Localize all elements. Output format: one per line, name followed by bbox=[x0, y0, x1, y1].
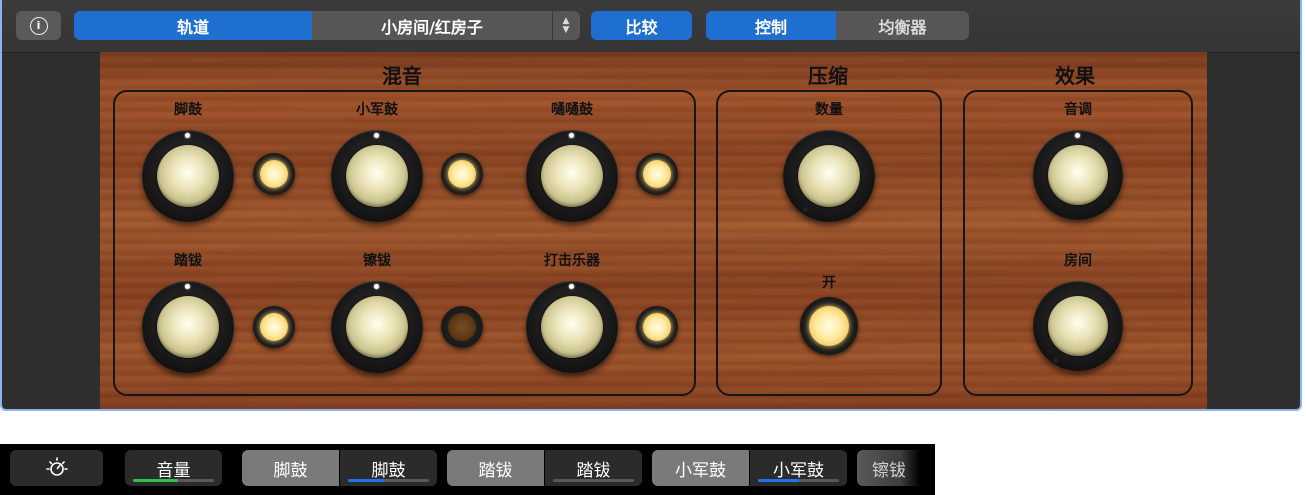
hihat-mute-button[interactable] bbox=[253, 306, 295, 348]
tom-label: 嗵嗵鼓 bbox=[551, 102, 593, 118]
volume-label: 音量 bbox=[156, 460, 191, 481]
hihat-name-button[interactable]: 踏钹 bbox=[447, 450, 544, 486]
preset-stepper-icon[interactable]: ▲ ▼ bbox=[552, 11, 579, 40]
track-view-button[interactable]: 轨道 bbox=[74, 11, 312, 40]
percussion-mute-button[interactable] bbox=[636, 306, 678, 348]
tone-label: 音调 bbox=[1064, 102, 1092, 118]
info-icon: i bbox=[29, 16, 48, 35]
compare-button[interactable]: 比较 bbox=[591, 11, 692, 40]
snare-label: 小军鼓 bbox=[356, 102, 398, 118]
hihat-level-control[interactable]: 踏钹 bbox=[545, 450, 642, 486]
tone-knob[interactable] bbox=[1033, 130, 1123, 220]
brightness-gear-icon bbox=[45, 457, 68, 476]
volume-level-bar bbox=[133, 479, 214, 482]
compressor-on-button[interactable] bbox=[800, 297, 858, 355]
snare-mute-button[interactable] bbox=[441, 153, 483, 195]
compressor-on-label: 开 bbox=[822, 275, 836, 291]
kick-name-button[interactable]: 脚鼓 bbox=[242, 450, 339, 486]
effects-section-title: 效果 bbox=[1055, 64, 1095, 88]
tom-knob[interactable] bbox=[526, 130, 618, 222]
info-button[interactable]: i bbox=[16, 11, 61, 40]
preset-name: 小房间/红房子 bbox=[381, 17, 483, 37]
cymbal-label: 镲钹 bbox=[363, 253, 391, 269]
volume-level-fill bbox=[133, 479, 178, 482]
cymbal-mute-button[interactable] bbox=[441, 306, 483, 348]
tom-mute-button[interactable] bbox=[636, 153, 678, 195]
amount-label: 数量 bbox=[815, 102, 843, 118]
kick-level-label: 脚鼓 bbox=[371, 460, 406, 481]
kick-level-bar bbox=[348, 479, 429, 482]
mix-section-title: 混音 bbox=[382, 64, 422, 88]
snare-name-button[interactable]: 小军鼓 bbox=[652, 450, 749, 486]
kick-knob[interactable] bbox=[142, 130, 234, 222]
snare-level-control[interactable]: 小军鼓 bbox=[750, 450, 847, 486]
snare-level-fill bbox=[758, 479, 799, 482]
preset-selector[interactable]: 小房间/红房子 ▲ ▼ bbox=[312, 11, 580, 40]
compressor-amount-knob[interactable] bbox=[783, 130, 875, 222]
kick-level-control[interactable]: 脚鼓 bbox=[340, 450, 437, 486]
plugin-toolbar: i 轨道 小房间/红房子 ▲ ▼ 比较 控制 均衡器 bbox=[2, 0, 1300, 53]
touch-bar: 音量 脚鼓 脚鼓 踏钹 踏钹 小军鼓 小军鼓 镲钹 bbox=[0, 444, 935, 495]
kick-level-fill bbox=[348, 479, 385, 482]
snare-level-label: 小军鼓 bbox=[773, 460, 824, 481]
cymbal-knob[interactable] bbox=[331, 281, 423, 373]
tab-controls[interactable]: 控制 bbox=[706, 11, 836, 40]
percussion-label: 打击乐器 bbox=[544, 253, 600, 269]
kick-label: 脚鼓 bbox=[174, 102, 202, 118]
kick-mute-button[interactable] bbox=[253, 153, 295, 195]
hihat-level-label: 踏钹 bbox=[576, 460, 611, 481]
percussion-knob[interactable] bbox=[526, 281, 618, 373]
hihat-knob[interactable] bbox=[142, 281, 234, 373]
tab-equalizer[interactable]: 均衡器 bbox=[836, 11, 969, 40]
room-knob[interactable] bbox=[1033, 281, 1123, 371]
hihat-level-bar bbox=[553, 479, 634, 482]
wood-panel: 混音 脚鼓 小军鼓 嗵嗵鼓 踏钹 镲钹 打击乐器 压缩 数量 开 效果 音调 房… bbox=[100, 52, 1207, 409]
room-label: 房间 bbox=[1064, 253, 1092, 269]
snare-knob[interactable] bbox=[331, 130, 423, 222]
compressor-section-title: 压缩 bbox=[808, 64, 848, 88]
volume-control[interactable]: 音量 bbox=[125, 450, 222, 486]
snare-level-bar bbox=[758, 479, 839, 482]
brightness-button[interactable] bbox=[10, 450, 103, 486]
drum-kit-plugin-window: i 轨道 小房间/红房子 ▲ ▼ 比较 控制 均衡器 混音 脚鼓 小军鼓 嗵嗵鼓 … bbox=[0, 0, 1302, 411]
cymbal-overflow-button[interactable]: 镲钹 bbox=[857, 450, 920, 486]
hihat-label: 踏钹 bbox=[174, 253, 202, 269]
